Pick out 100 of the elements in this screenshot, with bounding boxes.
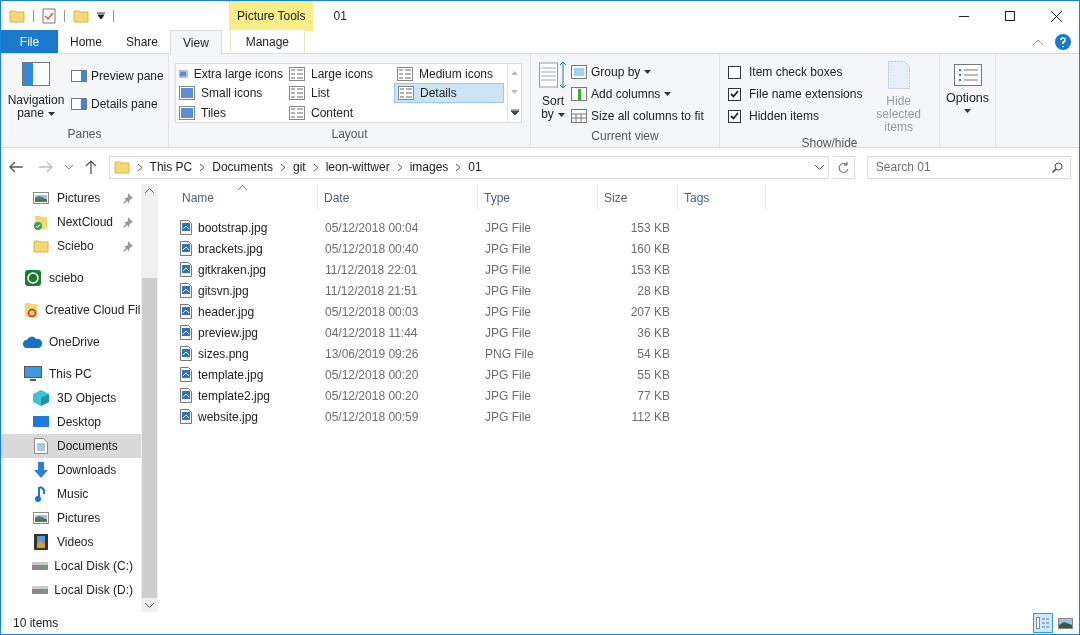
help-icon[interactable]	[1055, 33, 1071, 50]
size-cell-text: 36 KB	[636, 324, 671, 342]
refresh-button[interactable]	[833, 155, 855, 179]
file-row[interactable]: preview.jpg 04/12/2018 11:44 JPG File 36 KB	[176, 322, 1079, 343]
pane-layout-icon	[22, 62, 50, 86]
layout-option[interactable]: Small icons	[176, 83, 286, 104]
sidebar-item[interactable]: sciebo	[1, 266, 141, 290]
address-bar[interactable]: This PC Documents git leon-wittwer images 01	[108, 155, 830, 179]
layout-option[interactable]: Large icons	[286, 64, 394, 84]
sidebar-item[interactable]: This PC	[1, 362, 141, 386]
sidebar-item[interactable]: OneDrive	[1, 330, 141, 354]
sidebar-item[interactable]: Pictures	[1, 186, 141, 210]
navigation-pane-button[interactable]: Navigation pane	[5, 62, 67, 125]
back-arrow-icon[interactable]	[9, 161, 23, 173]
file-row[interactable]: gitkraken.jpg 11/12/2018 22:01 JPG File 153 KB	[176, 259, 1079, 280]
layout-option[interactable]: Tiles	[176, 102, 286, 123]
sort-table-icon	[539, 61, 567, 89]
customize-menu-icon[interactable]	[97, 12, 105, 20]
sidebar-item[interactable]: NextCloud	[1, 210, 141, 234]
date-cell-text: 05/12/2018 00:20	[324, 387, 420, 405]
group-icon	[571, 65, 587, 79]
preview-pane-button[interactable]: Preview pane	[71, 66, 164, 86]
download-arrow-icon	[33, 462, 49, 478]
sidebar-item[interactable]: Pictures	[1, 506, 141, 530]
film-icon	[34, 534, 48, 550]
option-checkbox[interactable]: File name extensions	[728, 83, 863, 105]
file-name: sizes.png	[198, 345, 249, 363]
sidebar-item[interactable]: Videos	[1, 530, 141, 554]
dropdown-chevron-icon[interactable]	[815, 164, 825, 170]
breadcrumb[interactable]: leon-wittwer	[325, 158, 390, 176]
chevron-icon	[313, 163, 318, 171]
sidebar-item[interactable]: Creative Cloud Fil	[1, 298, 141, 322]
scroll-up-icon	[511, 71, 518, 76]
ribbon-tab[interactable]: Home	[58, 30, 114, 53]
breadcrumb[interactable]: This PC	[149, 158, 193, 176]
breadcrumb[interactable]: git	[292, 158, 306, 176]
desktop-icon	[33, 415, 49, 429]
dropdown-caret-icon	[964, 109, 971, 113]
sidebar-item[interactable]: Local Disk (C:)	[1, 554, 141, 578]
column-header[interactable]: Type	[478, 184, 598, 210]
layout-option[interactable]: Details	[394, 83, 504, 104]
sidebar-item[interactable]: Downloads	[1, 458, 141, 482]
up-arrow-icon[interactable]	[84, 160, 97, 174]
file-row[interactable]: bootstrap.jpg 05/12/2018 00:04 JPG File 153 KB	[176, 217, 1079, 238]
date-cell-text: 11/12/2018 22:01	[324, 261, 419, 279]
layout-option[interactable]: Content	[286, 102, 394, 123]
breadcrumb[interactable]: 01	[468, 158, 482, 176]
ribbon-tab[interactable]: Manage	[229, 30, 305, 53]
file-row[interactable]: template.jpg 05/12/2018 00:20 JPG File 55 KB	[176, 364, 1079, 385]
group-by-button[interactable]: Group by	[571, 61, 704, 83]
checkbox-label: Hidden items	[749, 108, 820, 125]
file-row[interactable]: header.jpg 05/12/2018 00:03 JPG File 207 KB	[176, 301, 1079, 322]
dropdown-caret-icon	[47, 111, 55, 116]
file-row[interactable]: website.jpg 05/12/2018 00:59 JPG File 112 KB	[176, 406, 1079, 427]
sidebar-item[interactable]: Documents	[1, 434, 141, 458]
fit-columns-icon	[571, 109, 587, 123]
file-row[interactable]: brackets.jpg 05/12/2018 00:40 JPG File 160 KB	[176, 238, 1079, 259]
details-view-icon	[1036, 617, 1050, 629]
recent-caret-icon[interactable]	[64, 164, 73, 170]
sidebar-scrollbar[interactable]	[141, 184, 158, 612]
option-checkbox[interactable]: Hidden items	[728, 105, 863, 127]
gallery-scrollbar[interactable]	[507, 64, 521, 122]
sidebar-item[interactable]: 3D Objects	[1, 386, 141, 410]
add-columns-button[interactable]: Add columns	[571, 83, 704, 105]
details-view-button[interactable]	[1033, 613, 1053, 633]
sidebar-item[interactable]: Local Disk (D:)	[1, 578, 141, 602]
column-header[interactable]: Tags	[678, 184, 766, 210]
column-header[interactable]: Size	[598, 184, 678, 210]
sort-by-button[interactable]: Sort by	[539, 61, 567, 127]
breadcrumb[interactable]: images	[409, 158, 449, 176]
sidebar-item[interactable]: Sciebo	[1, 234, 141, 258]
file-row[interactable]: template2.jpg 05/12/2018 00:20 JPG File 77 KB	[176, 385, 1079, 406]
scroll-thumb[interactable]	[142, 278, 157, 598]
sidebar-item[interactable]: Desktop	[1, 410, 141, 434]
size-columns-button[interactable]: Size all columns to fit	[571, 105, 704, 127]
file-row[interactable]: gitsvn.jpg 11/12/2018 21:51 JPG File 28 KB	[176, 280, 1079, 301]
layout-option[interactable]: List	[286, 83, 394, 104]
checkbox[interactable]	[728, 87, 741, 101]
breadcrumb[interactable]: Documents	[212, 158, 273, 176]
details-pane-button[interactable]: Details pane	[71, 94, 164, 114]
layout-option[interactable]: Extra large icons	[176, 64, 286, 84]
checkbox[interactable]	[728, 65, 741, 79]
column-header[interactable]: Date	[318, 184, 478, 210]
sidebar-label: Sciebo	[57, 238, 95, 255]
column-header[interactable]: Name	[176, 184, 318, 210]
sidebar-label: Documents	[57, 438, 119, 455]
file-row[interactable]: sizes.png 13/06/2019 09:26 PNG File 54 KB	[176, 343, 1079, 364]
ribbon-tab[interactable]: Share	[114, 30, 171, 53]
search-field[interactable]: Search 01	[866, 155, 1071, 179]
collapse-ribbon-icon[interactable]	[1033, 38, 1043, 45]
group-label: Current view	[590, 128, 660, 145]
ribbon-tab[interactable]: File	[1, 30, 58, 53]
image-file-icon	[180, 388, 192, 403]
ribbon-tab[interactable]: View	[170, 30, 222, 54]
sidebar-item[interactable]: Music	[1, 482, 141, 506]
checkbox[interactable]	[728, 109, 741, 123]
document-icon	[34, 438, 48, 454]
options-button[interactable]: Options	[945, 64, 990, 113]
option-checkbox[interactable]: Item check boxes	[728, 61, 863, 83]
chevron-icon	[456, 163, 461, 171]
